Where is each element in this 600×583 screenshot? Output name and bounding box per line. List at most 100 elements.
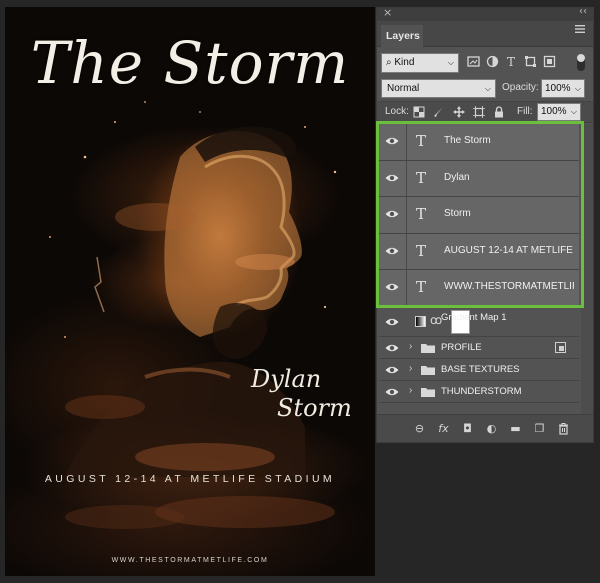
svg-text:T: T [507,55,515,68]
layer-row-gradient-map[interactable]: ꝏ Gradient Map 1 [379,306,579,337]
layer-divider [406,124,407,160]
layer-name: Dylan [444,171,470,183]
smart-object-filter-icon[interactable] [543,55,556,68]
fill-field[interactable]: 100% ⌵ [537,103,581,121]
pixel-filter-icon[interactable] [467,55,480,68]
blend-mode-value: Normal [387,83,420,94]
filter-kind-select[interactable]: ⌕ Kind ⌵ [381,53,459,73]
folder-icon [421,387,435,397]
layer-name: AUGUST 12-14 AT METLIFE STADIUM [444,244,574,256]
layer-row[interactable]: T AUGUST 12-14 AT METLIFE STADIUM [379,233,579,270]
layer-group-base-textures[interactable]: › BASE TEXTURES [379,358,579,381]
layer-row[interactable]: T Storm [379,197,579,234]
poster-name-last: Storm [277,394,352,422]
folder-icon [421,365,435,375]
layer-group-profile[interactable]: › PROFILE [379,336,579,359]
chevron-down-icon: ⌵ [570,107,577,116]
layer-divider [406,270,407,306]
eye-icon[interactable] [385,136,399,146]
layers-bottom-toolbar: ⊖ fx ◘ ◐ ▬ ❐ [377,414,593,442]
poster-url-line: WWW.THESTORMATMETLIFE.COM [111,557,269,564]
brush-icon[interactable] [433,106,445,118]
layer-list: T The Storm T Dylan T Storm T AUGUST 12-… [377,124,593,403]
layer-divider [406,197,407,233]
chevron-down-icon: ⌵ [574,84,581,93]
poster-title: The Storm [30,29,350,97]
gradient-thumbnail [415,315,426,327]
adjustment-filter-icon[interactable] [486,55,499,68]
chevron-down-icon: ⌵ [484,84,491,93]
type-layer-icon: T [416,241,427,260]
layer-name: PROFILE [441,341,482,353]
eye-icon[interactable] [385,317,399,327]
filter-kind-value: Kind [394,57,415,68]
fx-icon[interactable]: fx [437,422,450,435]
bottom-icons: ⊖ fx ◘ ◐ ▬ ❐ [413,422,570,435]
poster-artwork[interactable]: The Storm Dylan Storm AUGUST 12-14 AT ME… [5,7,375,576]
opacity-label: Opacity: [502,82,539,93]
lock-row: Lock: Fill: 100% ⌵ [377,101,593,123]
smart-object-badge-icon [555,341,566,353]
close-icon[interactable]: × [383,6,392,19]
lock-label: Lock: [385,106,409,117]
link-icon[interactable]: ⊖ [413,422,426,435]
layers-panel: × ‹‹ Layers ⌕ Kind ⌵ T Normal ⌵ Opacity:… [376,6,594,443]
tab-layers[interactable]: Layers [381,25,423,47]
eye-icon[interactable] [385,173,399,183]
fill-value: 100% [541,106,567,117]
filter-row: ⌕ Kind ⌵ T [381,53,589,75]
folder-icon [421,343,435,353]
mask-icon[interactable]: ◘ [461,422,474,435]
type-layer-icon: T [416,278,427,296]
trash-icon[interactable] [557,422,570,435]
new-layer-icon[interactable]: ❐ [533,422,546,435]
chevron-right-icon[interactable]: › [409,385,412,396]
type-filter-icon[interactable]: T [505,55,518,68]
move-icon[interactable] [453,106,465,118]
filter-icons: T [467,55,556,68]
hamburger-icon[interactable] [575,25,585,33]
layer-divider [406,233,407,269]
layer-row[interactable]: T Dylan [379,160,579,197]
shape-filter-icon[interactable] [524,55,537,68]
collapse-icon[interactable]: ‹‹ [579,6,587,17]
type-layer-icon: T [416,132,427,150]
blend-mode-select[interactable]: Normal ⌵ [381,79,496,98]
fill-label: Fill: [517,106,533,117]
opacity-field[interactable]: 100% ⌵ [541,79,585,98]
folder-icon[interactable]: ▬ [509,422,522,435]
type-layer-icon: T [416,168,427,187]
layer-name: Storm [444,208,471,219]
eye-icon[interactable] [385,365,399,375]
eye-icon[interactable] [385,387,399,397]
layer-name: BASE TEXTURES [441,363,520,375]
adjustment-icon[interactable]: ◐ [485,422,498,435]
layer-divider [406,160,407,196]
layer-name: Gradient Map 1 [441,311,507,323]
filter-toggle[interactable] [577,54,585,71]
eye-icon[interactable] [385,343,399,353]
layer-row[interactable]: T The Storm [379,124,579,161]
artboard-lock-icon[interactable] [473,106,485,118]
eye-icon[interactable] [385,209,399,219]
panel-title-bar: × ‹‹ [377,6,593,21]
poster-date-line: AUGUST 12-14 AT METLIFE STADIUM [44,473,336,485]
eye-icon[interactable] [385,246,399,256]
layer-row[interactable]: T WWW.THESTORMATMETLIFE.COM [379,270,579,307]
lock-icon[interactable] [493,106,505,118]
layer-name: WWW.THESTORMATMETLIFE.COM [444,281,574,292]
blend-row: Normal ⌵ Opacity: 100% ⌵ [381,79,589,99]
chevron-right-icon[interactable]: › [409,341,412,352]
panel-tab-bar: Layers [377,21,593,47]
lock-transparent-icon[interactable] [413,106,425,118]
chevron-down-icon: ⌵ [447,58,454,67]
layer-name: THUNDERSTORM [441,385,522,397]
layer-name: The Storm [444,135,491,146]
search-icon: ⌕ [386,57,392,68]
eye-icon[interactable] [385,282,399,292]
lock-icons [413,106,505,118]
poster-name-first: Dylan [251,365,322,393]
chevron-right-icon[interactable]: › [409,363,412,374]
layer-group-thunderstorm[interactable]: › THUNDERSTORM [379,380,579,403]
opacity-value: 100% [545,83,571,94]
